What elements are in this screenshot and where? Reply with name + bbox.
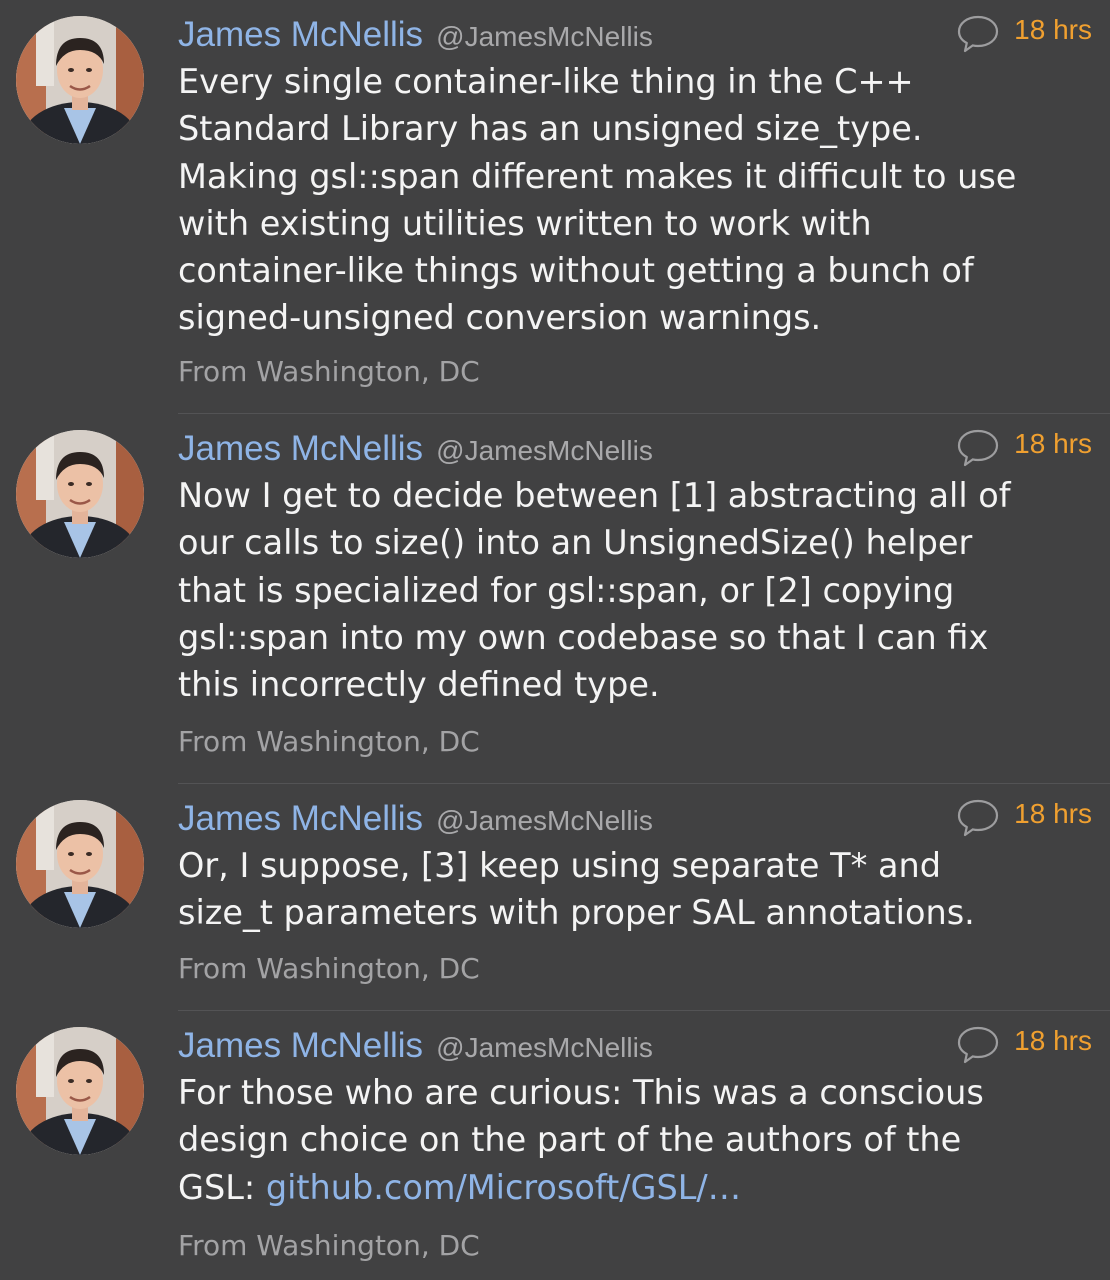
tweet-timestamp: 18 hrs [1014, 14, 1092, 45]
avatar[interactable] [16, 16, 144, 144]
speech-bubble-icon[interactable] [956, 798, 1000, 838]
avatar[interactable] [16, 430, 144, 558]
speech-bubble-icon[interactable] [956, 1025, 1000, 1065]
tweet-timestamp: 18 hrs [1014, 428, 1092, 459]
user-avatar-photo [16, 800, 144, 928]
tweet-text-line: For those who are curious: This was a co… [178, 1073, 984, 1112]
tweet[interactable]: James McNellis @JamesMcNellis 18 hrs Now… [0, 414, 1110, 784]
tweet-text-line: with existing utilities written to work … [178, 203, 872, 243]
tweet-header: James McNellis @JamesMcNellis [178, 429, 653, 473]
tweet-text: Every single container-like thing in the… [178, 58, 1093, 342]
author-name[interactable]: James McNellis [178, 799, 423, 838]
tweet-text: For those who are curious: This was a co… [178, 1069, 1093, 1211]
tweet-timestamp: 18 hrs [1014, 1025, 1092, 1056]
tweet-text-line: Making gsl::span different makes it diff… [178, 156, 1017, 196]
tweet-text-line: Now I get to decide between [1] abstract… [178, 476, 1011, 515]
author-handle[interactable]: @JamesMcNellis [436, 805, 653, 836]
tweet-location: From Washington, DC [178, 952, 480, 985]
tweet-text-line: that is specialized for gsl::span, or [2… [178, 570, 955, 610]
tweet-text-prefix: GSL: [178, 1167, 266, 1207]
tweet[interactable]: James McNellis @JamesMcNellis 18 hrs Or,… [0, 784, 1110, 1011]
tweet-text-line: GSL: github.com/Microsoft/GSL/… [178, 1164, 1093, 1211]
tweet-text-line: container-like things without getting a … [178, 251, 974, 291]
tweet[interactable]: James McNellis @JamesMcNellis 18 hrs Eve… [0, 0, 1110, 414]
tweet-header: James McNellis @JamesMcNellis [178, 799, 653, 843]
tweet-text-line: design choice on the part of the authors… [178, 1120, 962, 1160]
avatar[interactable] [16, 1027, 144, 1155]
user-avatar-photo [16, 430, 144, 558]
user-avatar-photo [16, 1027, 144, 1155]
tweet-text-line: Or, I suppose, [3] keep using separate T… [178, 846, 942, 885]
author-name[interactable]: James McNellis [178, 15, 423, 54]
tweet-text-line: signed-unsigned conversion warnings. [178, 298, 822, 338]
tweet-timeline: James McNellis @JamesMcNellis 18 hrs Eve… [0, 0, 1110, 1280]
speech-bubble-icon[interactable] [956, 428, 1000, 468]
tweet-text-line: size_t parameters with proper SAL annota… [178, 893, 975, 933]
tweet-text-line: gsl::span into my own codebase so that I… [178, 617, 989, 657]
tweet-text-line: this incorrectly defined type. [178, 665, 660, 705]
tweet-text: Now I get to decide between [1] abstract… [178, 472, 1093, 708]
tweet[interactable]: James McNellis @JamesMcNellis 18 hrs For… [0, 1011, 1110, 1280]
tweet-timestamp: 18 hrs [1014, 798, 1092, 829]
tweet-location: From Washington, DC [178, 725, 480, 758]
user-avatar-photo [16, 16, 144, 144]
tweet-header: James McNellis @JamesMcNellis [178, 1026, 653, 1070]
tweet-text-line: Every single container-like thing in the… [178, 62, 914, 101]
tweet-text: Or, I suppose, [3] keep using separate T… [178, 842, 1093, 937]
author-name[interactable]: James McNellis [178, 429, 423, 468]
tweet-text-line: Standard Library has an unsigned size_ty… [178, 109, 923, 149]
author-handle[interactable]: @JamesMcNellis [436, 1032, 653, 1063]
author-handle[interactable]: @JamesMcNellis [436, 435, 653, 466]
tweet-text-line: our calls to size() into an UnsignedSize… [178, 523, 973, 563]
author-handle[interactable]: @JamesMcNellis [436, 21, 653, 52]
avatar[interactable] [16, 800, 144, 928]
tweet-location: From Washington, DC [178, 1229, 480, 1262]
author-name[interactable]: James McNellis [178, 1026, 423, 1065]
speech-bubble-icon[interactable] [956, 14, 1000, 54]
tweet-link[interactable]: github.com/Microsoft/GSL/… [266, 1168, 741, 1207]
tweet-location: From Washington, DC [178, 355, 480, 388]
tweet-header: James McNellis @JamesMcNellis [178, 15, 653, 59]
